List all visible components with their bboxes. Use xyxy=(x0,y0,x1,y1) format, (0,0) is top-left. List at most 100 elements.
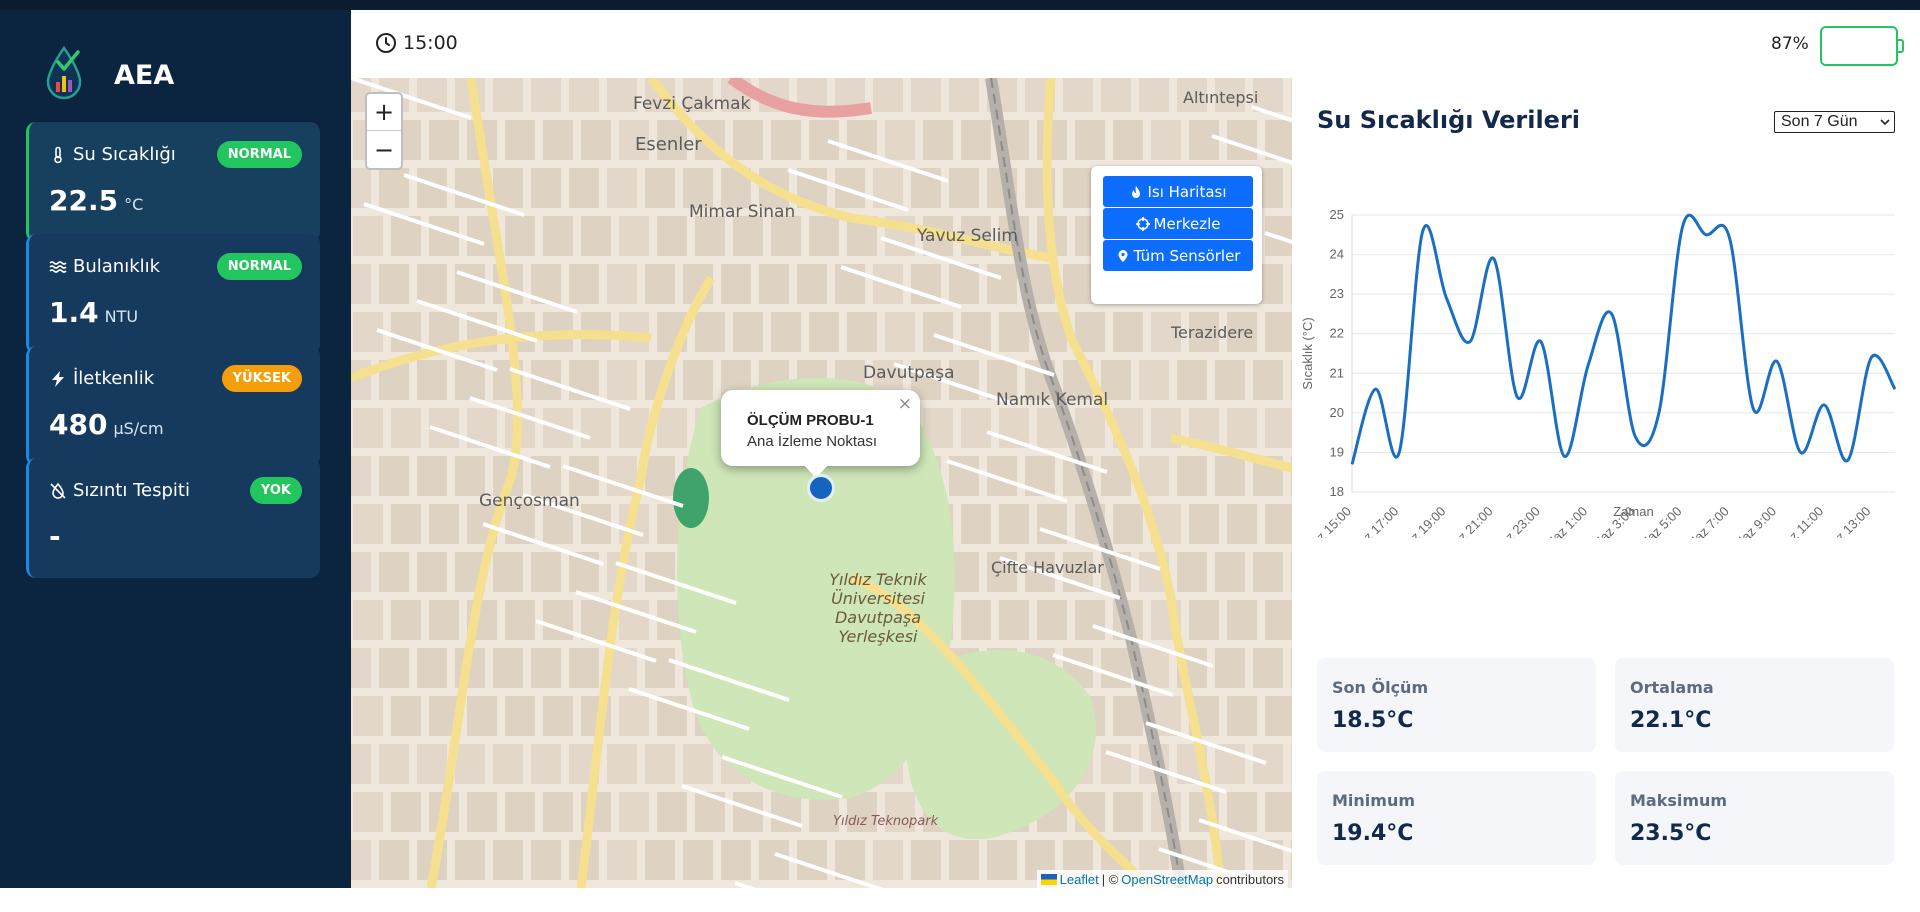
map-block xyxy=(391,504,421,544)
center-button[interactable]: Merkezle xyxy=(1103,208,1253,239)
sensor-popup[interactable]: × ÖLÇÜM PROBU-1 Ana İzleme Noktası xyxy=(721,390,920,466)
map-block xyxy=(531,168,561,208)
map-view[interactable]: Fevzi Çakmak Esenler Mimar Sinan Yavuz S… xyxy=(351,78,1292,888)
sensor-marker[interactable] xyxy=(807,474,835,502)
map-block xyxy=(351,264,371,304)
card-title: Sızıntı Tespiti xyxy=(49,480,190,501)
map-label: Altıntepsi xyxy=(1183,88,1259,107)
map-block xyxy=(607,840,637,880)
map-block xyxy=(493,840,523,880)
map-block xyxy=(531,648,561,688)
map-block xyxy=(1113,792,1143,832)
map-block xyxy=(619,696,649,736)
map-block xyxy=(379,264,409,304)
attribution-separator: | © xyxy=(1101,871,1119,887)
map-block xyxy=(353,216,383,256)
map-block xyxy=(771,312,801,352)
card-value: 1.4 NTU xyxy=(49,296,138,329)
popup-close-button[interactable]: × xyxy=(898,394,912,414)
stat-value: 18.5°C xyxy=(1332,708,1414,733)
temperature-chart[interactable]: 181920212223242513 Haz 15:0013 Haz 17:00… xyxy=(1292,148,1920,538)
brand: AEA xyxy=(40,40,174,110)
no-drop-icon xyxy=(50,482,66,499)
battery-fill xyxy=(1822,28,1887,64)
map-block xyxy=(797,840,827,880)
y-tick-label: 21 xyxy=(1330,365,1344,380)
card-water-temperature[interactable]: Su Sıcaklığı NORMAL 22.5 °C xyxy=(26,122,320,242)
map-block xyxy=(1265,696,1292,736)
zoom-out-button[interactable]: − xyxy=(367,131,401,168)
thermometer-icon xyxy=(54,146,62,163)
map-block xyxy=(657,792,687,832)
map-block xyxy=(1139,78,1169,112)
map-label: Yıldız Teknopark xyxy=(833,814,939,829)
map-block xyxy=(721,840,751,880)
x-tick-label: 14 Haz 7:00 xyxy=(1672,504,1732,538)
map-block xyxy=(493,168,523,208)
map-block xyxy=(467,792,497,832)
map-block xyxy=(949,168,979,208)
map-block xyxy=(391,696,421,736)
crosshair-icon xyxy=(1135,216,1150,231)
map-block xyxy=(987,264,1017,304)
map-block xyxy=(1189,120,1219,160)
all-sensors-button[interactable]: Tüm Sensörler xyxy=(1103,240,1253,271)
map-block xyxy=(695,216,725,256)
map-block xyxy=(1227,120,1257,160)
leaflet-link[interactable]: Leaflet xyxy=(1060,872,1099,887)
time-range-select[interactable]: Son 7 Gün xyxy=(1774,111,1895,133)
map-block xyxy=(1037,600,1067,640)
map-label: Yavuz Selim xyxy=(917,226,1018,246)
map-label: Fevzi Çakmak xyxy=(633,94,751,114)
card-title-label: Su Sıcaklığı xyxy=(73,144,176,165)
map-block xyxy=(351,840,371,880)
card-value: - xyxy=(49,520,67,553)
openstreetmap-link[interactable]: OpenStreetMap xyxy=(1121,872,1213,887)
map-block xyxy=(911,840,941,880)
card-value: 480 µS/cm xyxy=(49,408,164,441)
ukraine-flag-icon xyxy=(1040,873,1057,885)
map-label: Gençosman xyxy=(479,491,580,511)
map-block xyxy=(987,840,1017,880)
map-block xyxy=(1101,648,1131,688)
map-block xyxy=(1113,312,1143,352)
card-turbidity[interactable]: Bulanıklık NORMAL 1.4 NTU xyxy=(26,234,320,354)
center-button-label: Merkezle xyxy=(1153,214,1221,233)
status-badge: YÜKSEK xyxy=(221,365,302,392)
map-block xyxy=(493,78,523,112)
all-sensors-button-label: Tüm Sensörler xyxy=(1133,246,1241,265)
lightning-bolt-icon xyxy=(52,370,64,387)
map-block xyxy=(961,408,991,448)
map-block xyxy=(493,552,523,592)
value-unit: NTU xyxy=(104,307,139,326)
map-block xyxy=(581,408,611,448)
card-conductivity[interactable]: İletkenlik YÜKSEK 480 µS/cm xyxy=(26,346,320,466)
map-block xyxy=(531,78,561,112)
map-block xyxy=(353,696,383,736)
battery-cap xyxy=(1898,39,1904,53)
water-waves-icon xyxy=(49,260,67,273)
card-leak-detection[interactable]: Sızıntı Tespiti YOK - xyxy=(26,458,320,578)
panel-title: Su Sıcaklığı Verileri xyxy=(1317,106,1581,134)
stat-label: Maksimum xyxy=(1630,791,1728,810)
map-block xyxy=(391,600,421,640)
map-block xyxy=(417,744,447,784)
map-label: Mimar Sinan xyxy=(689,202,796,222)
map-block xyxy=(505,120,535,160)
map-block xyxy=(797,264,827,304)
zoom-control: + − xyxy=(365,92,403,170)
time-range-value: Son 7 Gün xyxy=(1781,113,1858,130)
map-block xyxy=(569,264,599,304)
map-block xyxy=(683,744,713,784)
y-tick-label: 22 xyxy=(1330,326,1344,341)
map-block xyxy=(619,792,649,832)
map-block xyxy=(923,312,953,352)
heatmap-button[interactable]: Isı Haritası xyxy=(1103,176,1253,207)
card-value: 22.5 °C xyxy=(49,184,143,217)
stat-average: Ortalama 22.1°C xyxy=(1615,658,1894,752)
zoom-in-button[interactable]: + xyxy=(367,94,401,131)
map-block xyxy=(1113,504,1143,544)
map-block xyxy=(1101,78,1131,112)
map-block xyxy=(1265,792,1292,832)
map-block xyxy=(809,216,839,256)
